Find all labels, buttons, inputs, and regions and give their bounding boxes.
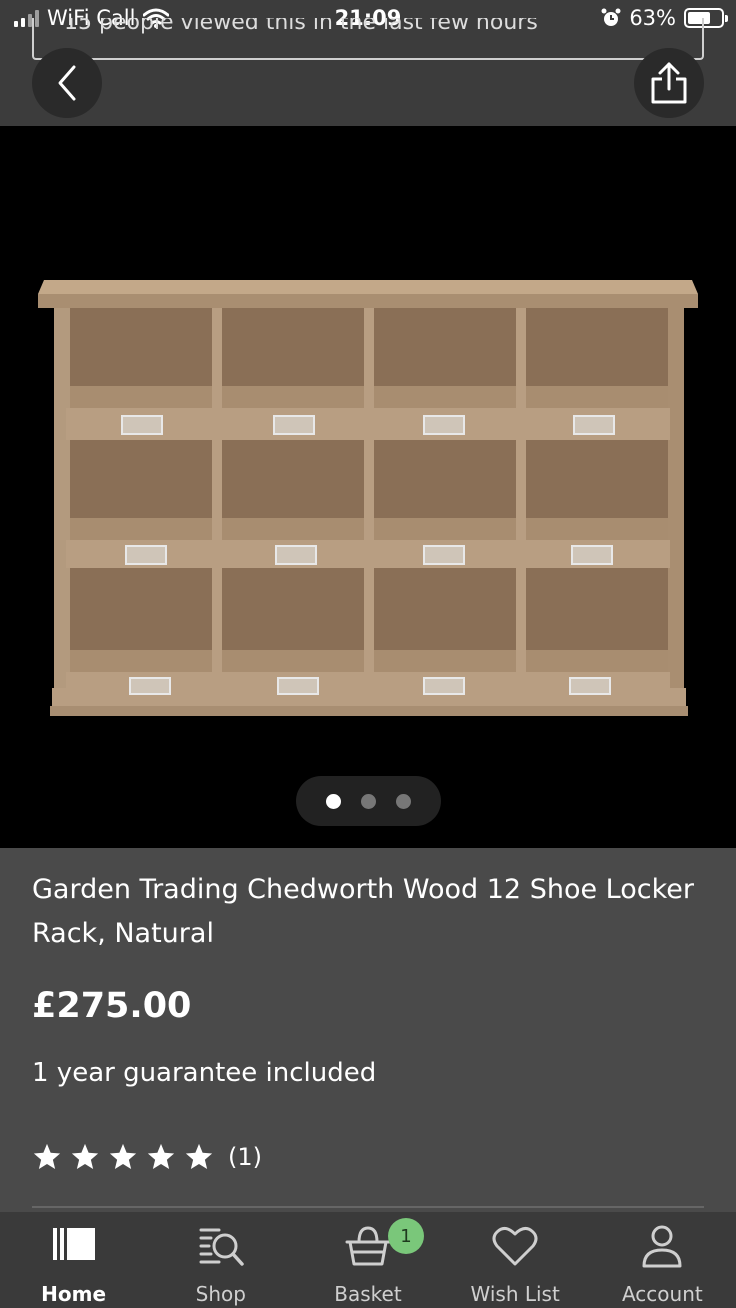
bottom-tab-bar: Home Shop Basket Wish List Account — [0, 1212, 736, 1308]
tab-home[interactable]: Home — [0, 1212, 147, 1308]
views-notice-banner: 15 people viewed this in the last few ho… — [32, 18, 704, 60]
product-title: Garden Trading Chedworth Wood 12 Shoe Lo… — [32, 874, 694, 949]
share-icon — [651, 62, 687, 104]
back-button[interactable] — [32, 48, 102, 118]
star-icon — [33, 1143, 61, 1169]
star-icon — [147, 1143, 175, 1169]
rating-row[interactable]: (1) — [32, 1142, 262, 1172]
heart-icon — [492, 1227, 538, 1266]
shop-search-icon — [199, 1228, 244, 1266]
chevron-left-icon — [58, 65, 76, 101]
basket-count-badge: 1 — [388, 1218, 424, 1254]
product-image-carousel[interactable] — [0, 126, 736, 848]
guarantee-text: 1 year guarantee included — [32, 1058, 377, 1088]
tab-home-label: Home — [41, 1282, 107, 1306]
product-details: Garden Trading Chedworth Wood 12 Shoe Lo… — [0, 848, 736, 1212]
star-icon — [185, 1143, 213, 1169]
share-button[interactable] — [634, 48, 704, 118]
star-icon — [71, 1143, 99, 1169]
tab-wish-list-label: Wish List — [470, 1282, 560, 1306]
carousel-pagination — [296, 776, 441, 826]
tab-account[interactable]: Account — [589, 1212, 736, 1308]
tab-account-label: Account — [621, 1282, 703, 1306]
home-icon — [52, 1228, 95, 1260]
carousel-dot-1[interactable] — [326, 793, 341, 809]
star-icon — [109, 1143, 137, 1169]
review-count: (1) — [228, 1143, 262, 1171]
carousel-dot-2[interactable] — [361, 793, 376, 809]
tab-wish-list[interactable]: Wish List — [442, 1212, 589, 1308]
star-rating — [32, 1142, 214, 1172]
person-icon — [642, 1225, 682, 1268]
tab-shop-label: Shop — [195, 1282, 246, 1306]
tab-basket-label: Basket — [334, 1282, 402, 1306]
views-notice-text: 15 people viewed this in the last few ho… — [64, 18, 538, 35]
product-price: £275.00 — [32, 986, 192, 1026]
tab-shop[interactable]: Shop — [147, 1212, 294, 1308]
basket-icon — [345, 1226, 391, 1266]
divider — [32, 1206, 704, 1208]
top-header: WiFi Call 21:09 63% 15 people viewed thi… — [0, 0, 736, 126]
carousel-dot-3[interactable] — [396, 793, 411, 809]
product-image — [38, 280, 698, 716]
